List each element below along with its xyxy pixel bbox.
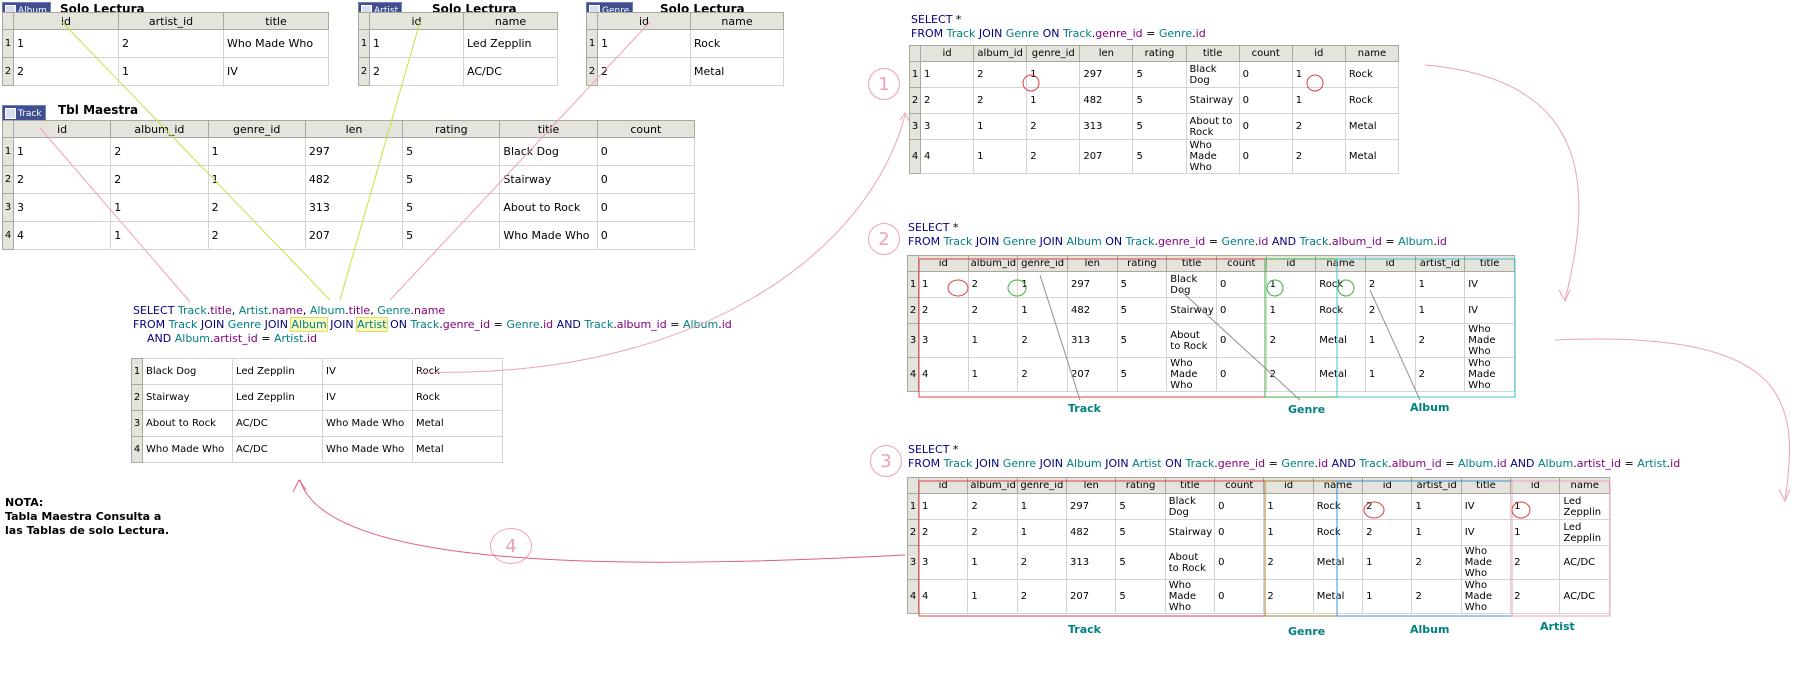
- highlight-oval: [947, 279, 969, 297]
- pointer-line: [1039, 274, 1081, 401]
- arrow-head-icon: [1558, 289, 1571, 303]
- link-line-artist: [339, 21, 421, 301]
- link-line-album: [61, 21, 331, 301]
- annotation-overlay: [39, 21, 1791, 617]
- pointer-line: [1369, 289, 1421, 401]
- highlight-oval: [1337, 279, 1355, 297]
- highlight-oval: [1022, 74, 1040, 92]
- highlight-oval: [1363, 501, 1385, 519]
- group-box-album: [1336, 258, 1516, 398]
- arrow-to-step-1: [419, 114, 906, 373]
- link-line-genre: [389, 21, 651, 301]
- group-box-track: [918, 480, 1266, 617]
- arrow-to-step-2: [1424, 64, 1580, 301]
- arrow-to-step-3: [1554, 338, 1790, 501]
- group-box-artist: [1511, 480, 1611, 617]
- link-line-track: [39, 127, 191, 303]
- highlight-oval: [1007, 279, 1027, 297]
- pointer-line: [1179, 289, 1301, 401]
- highlight-oval: [1266, 279, 1284, 297]
- group-box-album: [1336, 480, 1513, 617]
- highlight-oval: [1511, 501, 1531, 519]
- arrow-head-icon: [1778, 488, 1791, 503]
- arrow-to-step-4: [299, 479, 906, 563]
- group-box-track: [918, 258, 1266, 398]
- highlight-oval: [1306, 74, 1324, 92]
- group-box-genre: [1264, 480, 1338, 617]
